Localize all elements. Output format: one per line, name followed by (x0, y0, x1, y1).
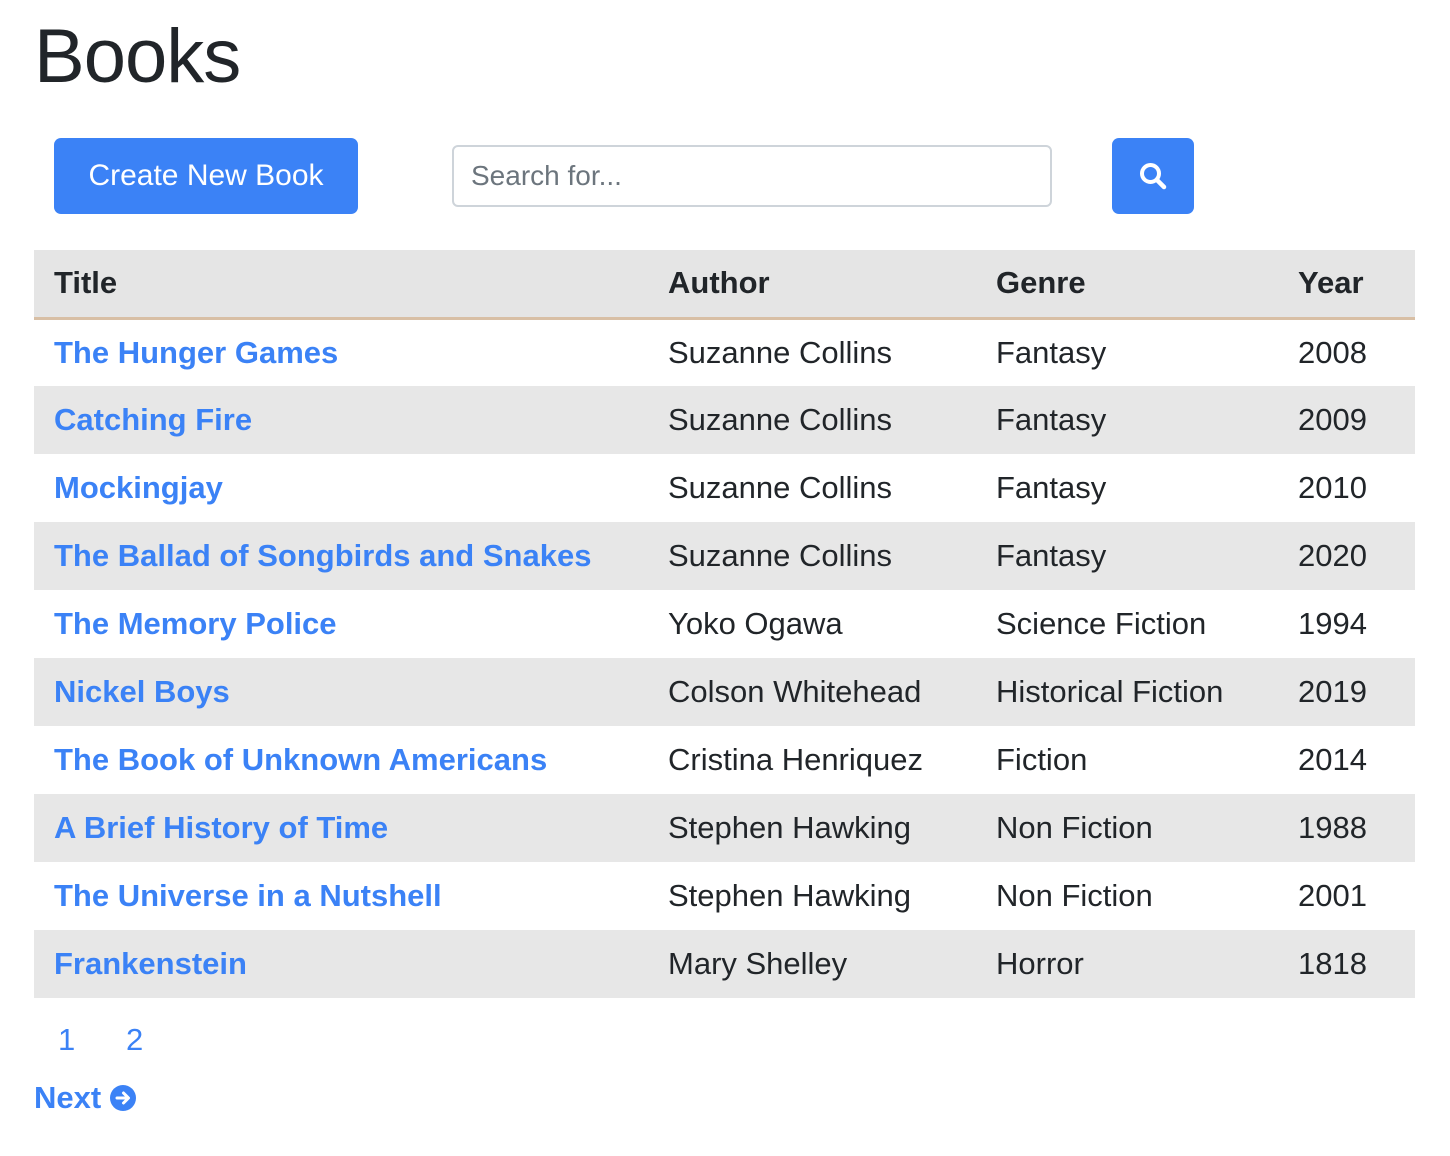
title-cell: Mockingjay (34, 454, 648, 522)
column-header-title: Title (54, 265, 118, 301)
year-cell: 2014 (1298, 742, 1367, 777)
book-title-link[interactable]: The Memory Police (54, 606, 337, 641)
column-header-genre: Genre (996, 265, 1086, 301)
author-cell: Yoko Ogawa (668, 606, 843, 641)
title-cell: The Universe in a Nutshell (34, 862, 648, 930)
genre-cell: Historical Fiction (996, 674, 1224, 709)
genre-cell: Fantasy (996, 402, 1107, 437)
genre-cell: Non Fiction (996, 810, 1153, 845)
arrow-right-circle-icon (109, 1084, 137, 1112)
year-cell: 2001 (1298, 878, 1367, 913)
year-cell: 2010 (1298, 470, 1367, 505)
genre-cell: Fantasy (996, 538, 1107, 573)
page-link-1[interactable]: 1 (58, 1022, 78, 1058)
author-cell: Suzanne Collins (668, 402, 893, 437)
table-row: The Universe in a Nutshell Stephen Hawki… (34, 862, 1415, 930)
author-cell: Mary Shelley (668, 946, 848, 981)
table-row: Nickel Boys Colson Whitehead Historical … (34, 658, 1415, 726)
books-table: Title Author Genre Year The Hunger Games… (34, 250, 1415, 998)
author-cell: Suzanne Collins (668, 470, 893, 505)
next-label: Next (34, 1080, 102, 1115)
table-row: The Memory Police Yoko Ogawa Science Fic… (34, 590, 1415, 658)
book-title-link[interactable]: Frankenstein (54, 946, 247, 981)
title-cell: The Memory Police (34, 590, 648, 658)
book-title-link[interactable]: Nickel Boys (54, 674, 230, 709)
book-title-link[interactable]: The Ballad of Songbirds and Snakes (54, 538, 591, 573)
year-cell: 2008 (1298, 334, 1367, 370)
author-cell: Cristina Henriquez (668, 742, 923, 777)
year-cell: 1988 (1298, 810, 1367, 845)
year-cell: 2009 (1298, 402, 1367, 437)
table-row: The Ballad of Songbirds and Snakes Suzan… (34, 522, 1415, 590)
table-row: Frankenstein Mary Shelley Horror 1818 (34, 930, 1415, 998)
title-cell: Nickel Boys (34, 658, 648, 726)
search-icon (1138, 161, 1168, 191)
author-cell: Stephen Hawking (668, 810, 911, 845)
year-cell: 2019 (1298, 674, 1367, 709)
title-cell: Frankenstein (34, 930, 648, 998)
title-cell: The Hunger Games (34, 318, 648, 386)
book-title-link[interactable]: The Hunger Games (54, 335, 338, 370)
author-cell: Colson Whitehead (668, 674, 922, 709)
pagination: 1 2 (58, 1022, 146, 1058)
book-title-link[interactable]: Mockingjay (54, 470, 223, 505)
column-header-author: Author (668, 265, 770, 301)
search-input[interactable] (452, 145, 1052, 207)
author-cell: Suzanne Collins (668, 334, 893, 370)
genre-cell: Non Fiction (996, 878, 1153, 913)
author-cell: Stephen Hawking (668, 878, 911, 913)
book-title-link[interactable]: The Book of Unknown Americans (54, 742, 547, 777)
table-header-row: Title Author Genre Year (34, 250, 1415, 318)
next-page-link[interactable]: Next (34, 1080, 137, 1116)
year-cell: 1818 (1298, 946, 1367, 981)
genre-cell: Fantasy (996, 470, 1107, 505)
title-cell: A Brief History of Time (34, 794, 648, 862)
page-title: Books (34, 14, 241, 99)
genre-cell: Fantasy (996, 334, 1107, 370)
book-title-link[interactable]: The Universe in a Nutshell (54, 878, 442, 913)
genre-cell: Horror (996, 946, 1084, 981)
table-row: Mockingjay Suzanne Collins Fantasy 2010 (34, 454, 1415, 522)
book-title-link[interactable]: Catching Fire (54, 402, 252, 437)
title-cell: The Book of Unknown Americans (34, 726, 648, 794)
author-cell: Suzanne Collins (668, 538, 893, 573)
table-row: The Book of Unknown Americans Cristina H… (34, 726, 1415, 794)
create-new-book-button[interactable]: Create New Book (54, 138, 358, 214)
column-header-year: Year (1298, 265, 1364, 301)
genre-cell: Fiction (996, 742, 1088, 777)
title-cell: The Ballad of Songbirds and Snakes (34, 522, 648, 590)
year-cell: 2020 (1298, 538, 1367, 573)
genre-cell: Science Fiction (996, 606, 1207, 641)
table-row: Catching Fire Suzanne Collins Fantasy 20… (34, 386, 1415, 454)
page-link-2[interactable]: 2 (126, 1022, 146, 1058)
year-cell: 1994 (1298, 606, 1367, 641)
book-title-link[interactable]: A Brief History of Time (54, 810, 388, 845)
title-cell: Catching Fire (34, 386, 648, 454)
table-row: A Brief History of Time Stephen Hawking … (34, 794, 1415, 862)
table-row: The Hunger Games Suzanne Collins Fantasy… (34, 318, 1415, 386)
search-button[interactable] (1112, 138, 1194, 214)
